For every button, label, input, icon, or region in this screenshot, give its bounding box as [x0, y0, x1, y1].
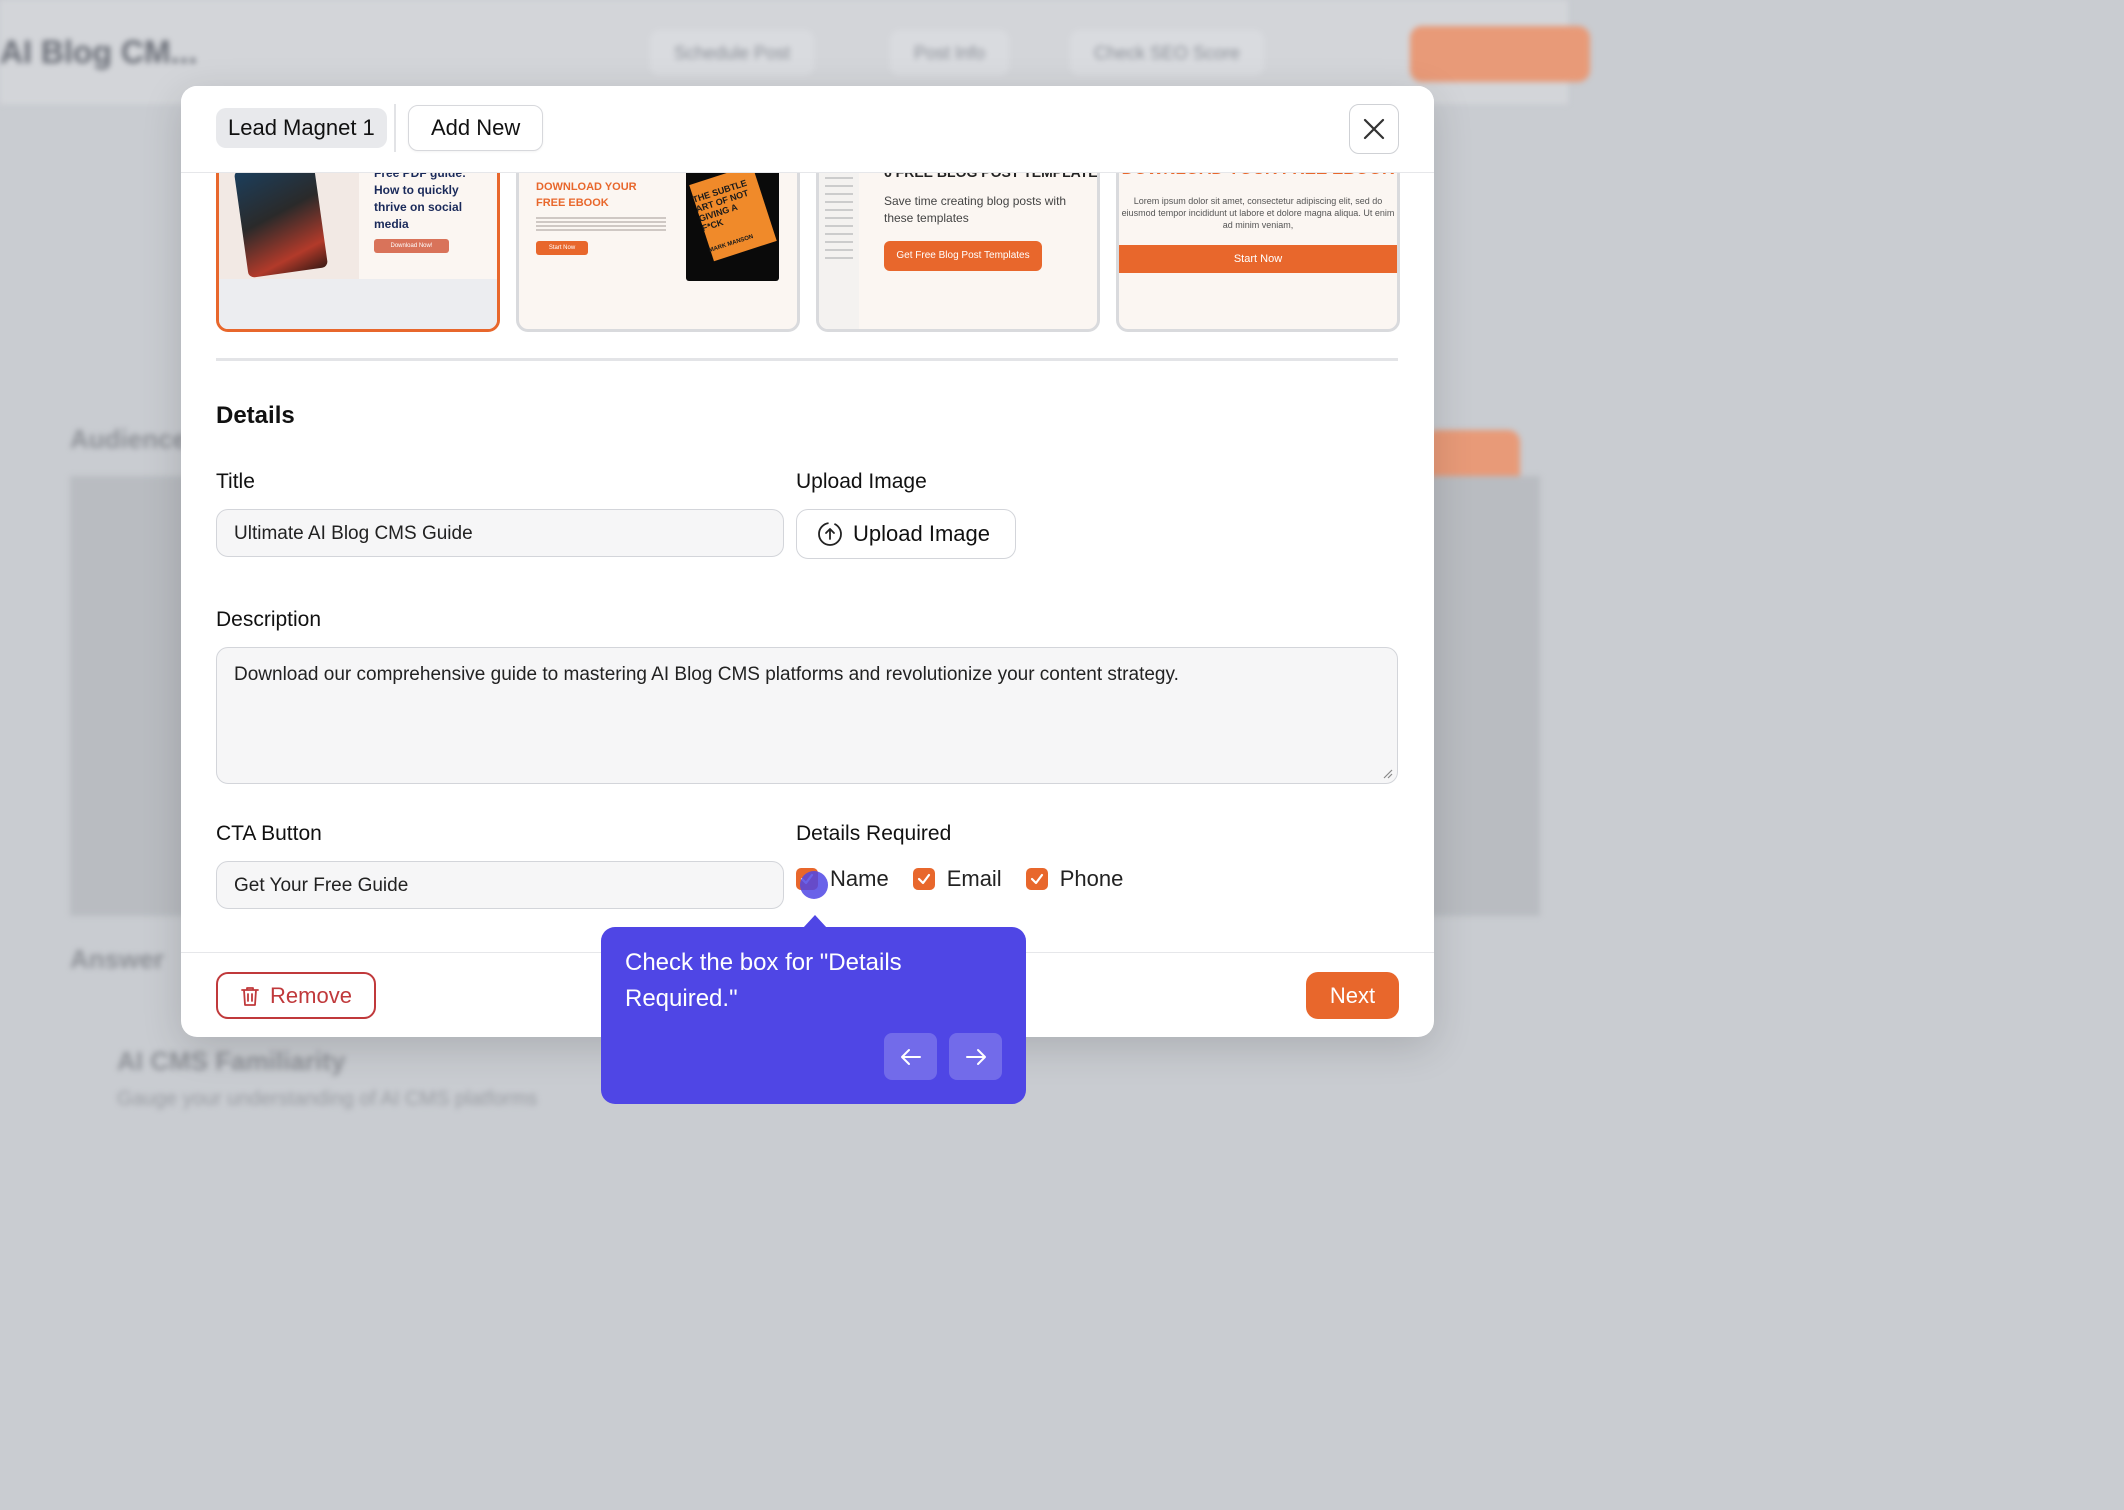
upload-image-button[interactable]: Upload Image: [796, 509, 1016, 559]
details-required-checkboxes: Name Email Phone: [796, 864, 1147, 894]
template-3-preview-strip: [819, 149, 859, 329]
description-label: Description: [216, 608, 322, 631]
cta-button-label: CTA Button: [216, 822, 322, 845]
background-check-seo: Check SEO Score: [1070, 30, 1265, 76]
check-icon: [917, 873, 930, 885]
template-card-2[interactable]: DOWNLOAD YOUR FREE EBOOK Start Now THE S…: [516, 146, 800, 332]
background-card-subtitle: Gauge your understanding of AI CMS platf…: [117, 1088, 538, 1110]
checkbox-email-label: Email: [946, 866, 1002, 891]
upload-image-button-label: Upload Image: [853, 521, 990, 546]
template-2-button: Start Now: [536, 241, 588, 255]
checkbox-email-box[interactable]: [912, 868, 935, 890]
template-card-4[interactable]: DOWNLOAD YOUR FREE EBOOK Lorem ipsum dol…: [1116, 146, 1400, 332]
title-label: Title: [216, 470, 255, 493]
tab-separator: [394, 104, 396, 152]
arrow-right-icon: [965, 1048, 986, 1065]
checkbox-phone-box[interactable]: [1025, 868, 1048, 890]
add-new-button[interactable]: Add New: [408, 105, 544, 151]
details-required-label: Details Required: [796, 822, 952, 845]
tab-lead-magnet-1[interactable]: Lead Magnet 1: [216, 108, 387, 148]
upload-image-label: Upload Image: [796, 470, 927, 493]
checkbox-phone[interactable]: Phone: [1025, 866, 1124, 892]
background-app-title: AI Blog CM...: [0, 34, 198, 70]
background-section-answer: Answer: [70, 944, 164, 974]
checkbox-email[interactable]: Email: [912, 866, 1002, 892]
background-post-info: Post Info: [890, 30, 1010, 76]
checkbox-name-label: Name: [830, 866, 889, 891]
guide-pointer-dot: [800, 871, 828, 899]
template-1-footer: [219, 279, 497, 329]
close-button[interactable]: [1349, 104, 1399, 154]
tooltip-prev-button[interactable]: [884, 1033, 937, 1080]
background-schedule-post: Schedule Post: [650, 30, 815, 76]
template-1-tablet-image: [233, 159, 329, 279]
background-primary-button: [1410, 26, 1590, 82]
trash-icon: [241, 986, 259, 1006]
description-text: Download our comprehensive guide to mast…: [234, 664, 1179, 685]
resize-handle-icon[interactable]: [1381, 767, 1393, 779]
section-divider: [216, 358, 1398, 361]
details-heading: Details: [216, 402, 295, 429]
background-section-audience: Audience: [70, 424, 188, 454]
next-button[interactable]: Next: [1306, 972, 1399, 1019]
close-icon: [1363, 118, 1385, 140]
template-1-heading: Free PDF guide: How to quickly thrive on…: [374, 166, 467, 231]
template-2-body-lines: [536, 217, 666, 219]
template-4-button: Start Now: [1119, 245, 1397, 273]
description-textarea[interactable]: Download our comprehensive guide to mast…: [216, 647, 1398, 784]
template-card-3[interactable]: 6 FREE BLOG POST TEMPLATES Save time cre…: [816, 146, 1100, 332]
cta-button-input[interactable]: Get Your Free Guide: [216, 861, 784, 909]
remove-button[interactable]: Remove: [216, 972, 376, 1019]
template-4-body: Lorem ipsum dolor sit amet, consectetur …: [1121, 196, 1395, 230]
checkbox-phone-label: Phone: [1059, 866, 1124, 891]
template-1-button: Download Now!: [374, 239, 449, 253]
check-icon: [1030, 873, 1043, 885]
remove-button-label: Remove: [270, 982, 352, 1008]
tooltip-next-button[interactable]: [949, 1033, 1002, 1080]
modal-header: Lead Magnet 1 Add New: [181, 86, 1434, 173]
title-input[interactable]: Ultimate AI Blog CMS Guide: [216, 509, 784, 557]
template-3-body: Save time creating blog posts with these…: [884, 194, 1067, 225]
background-card-title: AI CMS Familiarity: [117, 1046, 346, 1076]
template-2-heading: DOWNLOAD YOUR FREE EBOOK: [536, 181, 637, 209]
template-card-1[interactable]: Free PDF guide: How to quickly thrive on…: [216, 146, 500, 332]
arrow-left-icon: [900, 1048, 921, 1065]
tooltip-text: Check the box for "Details Required.": [625, 949, 902, 1012]
upload-icon: [818, 522, 842, 546]
template-3-button: Get Free Blog Post Templates: [884, 241, 1042, 271]
guide-tooltip: Check the box for "Details Required.": [601, 927, 1026, 1104]
